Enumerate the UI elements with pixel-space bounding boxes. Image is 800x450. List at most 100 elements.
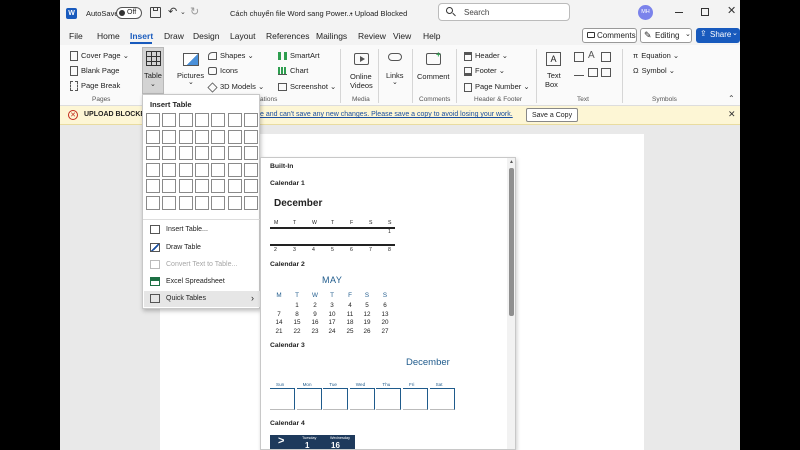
undo-icon[interactable]: ↶ [168, 5, 177, 18]
table-grid-cell[interactable] [227, 195, 242, 210]
tab-references[interactable]: References [266, 31, 309, 41]
page-number-button[interactable]: Page Number ⌄ [464, 82, 530, 92]
footer-button[interactable]: Footer ⌄ [464, 66, 505, 76]
table-grid-cell[interactable] [243, 195, 258, 210]
save-a-copy-button[interactable]: Save a Copy [526, 108, 578, 122]
close-icon[interactable]: ✕ [727, 4, 736, 17]
menu-draw-table[interactable]: Draw Table [149, 240, 257, 256]
scrollbar-thumb[interactable] [509, 168, 514, 316]
avatar[interactable]: MH [638, 5, 653, 20]
table-grid-cell[interactable] [227, 113, 242, 127]
table-grid-cell[interactable] [146, 195, 160, 210]
table-grid-cell[interactable] [211, 179, 226, 193]
text-more-button[interactable]: A [574, 50, 614, 92]
links-button[interactable]: Links ⌄ [383, 50, 409, 92]
pictures-button[interactable]: Pictures ⌄ [177, 50, 205, 92]
gallery-scrollbar[interactable]: ▲ [507, 158, 515, 449]
menu-excel-spreadsheet[interactable]: Excel Spreadsheet [149, 274, 257, 290]
redo-icon[interactable]: ↻ [190, 5, 199, 18]
header-button[interactable]: Header ⌄ [464, 51, 508, 61]
shapes-button[interactable]: Shapes ⌄ [208, 51, 254, 61]
tab-mailings[interactable]: Mailings [316, 31, 347, 41]
tab-insert[interactable]: Insert [130, 31, 153, 41]
table-grid-cell[interactable] [162, 113, 177, 127]
quick-table-calendar-2[interactable]: Calendar 2 MAY M T W T F S S 1 2 3 4 5 6 7 8 9 10 11 12 13 1… [261, 257, 507, 337]
table-grid-cell[interactable] [194, 195, 209, 210]
collapse-ribbon-icon[interactable]: ⌃ [728, 94, 735, 103]
table-grid-cell[interactable] [227, 129, 242, 144]
table-grid-cell[interactable] [227, 179, 242, 193]
table-grid-cell[interactable] [243, 113, 258, 127]
symbol-button[interactable]: Ω Symbol ⌄ [633, 66, 675, 75]
table-grid-cell[interactable] [162, 162, 177, 177]
table-grid-cell[interactable] [146, 129, 160, 144]
menu-quick-tables[interactable]: Quick Tables › [144, 291, 260, 307]
table-button[interactable]: Table ⌄ [142, 47, 164, 94]
tab-help[interactable]: Help [423, 31, 440, 41]
quick-table-calendar-4[interactable]: Calendar 4 > Tuesday Wednesday 1 16 [261, 418, 507, 449]
menu-insert-table[interactable]: Insert Table... [149, 222, 257, 238]
share-button[interactable]: ⇪ Share ⌄ [696, 28, 740, 43]
new-comment-button[interactable]: + Comment [417, 50, 451, 92]
table-grid-cell[interactable] [178, 113, 193, 127]
table-grid-cell[interactable] [194, 162, 209, 177]
table-grid-cell[interactable] [162, 129, 177, 144]
maximize-icon[interactable] [701, 8, 709, 16]
table-grid-cell[interactable] [227, 162, 242, 177]
table-grid-cell[interactable] [211, 113, 226, 127]
save-icon[interactable] [150, 7, 161, 18]
tab-view[interactable]: View [393, 31, 411, 41]
table-grid-cell[interactable] [243, 162, 258, 177]
search-box[interactable]: Search [438, 3, 570, 21]
online-videos-button[interactable]: Online Videos [347, 50, 377, 92]
minimize-icon[interactable] [675, 12, 683, 13]
table-grid-cell[interactable] [178, 179, 193, 193]
editing-mode-button[interactable]: ✎ Editing ⌄ [640, 28, 692, 43]
smartart-button[interactable]: SmartArt [278, 51, 320, 61]
screenshot-button[interactable]: Screenshot ⌄ [278, 82, 336, 92]
table-grid-cell[interactable] [243, 129, 258, 144]
tab-layout[interactable]: Layout [230, 31, 256, 41]
table-grid-cell[interactable] [211, 195, 226, 210]
tab-home[interactable]: Home [97, 31, 120, 41]
tab-review[interactable]: Review [358, 31, 386, 41]
table-grid-cell[interactable] [178, 146, 193, 160]
quick-table-calendar-3[interactable]: Calendar 3 December Sun Mon Tue Wed Thu Fri Sa… [261, 338, 507, 423]
3d-models-button[interactable]: 3D Models ⌄ [207, 81, 264, 93]
scroll-up-icon[interactable]: ▲ [509, 159, 514, 165]
table-grid-cell[interactable] [162, 195, 177, 210]
table-grid-cell[interactable] [211, 146, 226, 160]
table-grid-cell[interactable] [243, 179, 258, 193]
chart-button[interactable]: Chart [278, 66, 308, 76]
table-grid-cell[interactable] [146, 162, 160, 177]
icons-button[interactable]: Icons [208, 66, 238, 76]
table-grid-cell[interactable] [211, 162, 226, 177]
table-grid-cell[interactable] [178, 195, 193, 210]
tab-draw[interactable]: Draw [164, 31, 184, 41]
table-grid-cell[interactable] [146, 179, 160, 193]
table-grid-cell[interactable] [162, 146, 177, 160]
table-grid-cell[interactable] [162, 179, 177, 193]
close-banner-icon[interactable]: ✕ [728, 109, 736, 120]
table-grid-cell[interactable] [178, 162, 193, 177]
table-grid-cell[interactable] [194, 146, 209, 160]
quick-table-calendar-1[interactable]: Calendar 1 December MTWTFSS12345678 [261, 176, 507, 256]
text-box-button[interactable]: A Text Box [541, 50, 567, 92]
table-size-grid[interactable] [143, 95, 261, 217]
undo-dropdown-icon[interactable]: ⌄ [180, 8, 186, 16]
table-grid-cell[interactable] [146, 146, 160, 160]
comments-button[interactable]: Comments [582, 28, 637, 43]
table-grid-cell[interactable] [178, 129, 193, 144]
blank-page-button[interactable]: Blank Page [70, 66, 119, 77]
table-grid-cell[interactable] [194, 129, 209, 144]
tab-design[interactable]: Design [193, 31, 219, 41]
table-grid-cell[interactable] [243, 146, 258, 160]
table-grid-cell[interactable] [194, 113, 209, 127]
cover-page-button[interactable]: Cover Page ⌄ [70, 51, 129, 62]
table-grid-cell[interactable] [194, 179, 209, 193]
table-grid-cell[interactable] [211, 129, 226, 144]
tab-file[interactable]: File [69, 31, 83, 41]
equation-button[interactable]: π Equation ⌄ [633, 51, 679, 60]
table-grid-cell[interactable] [227, 146, 242, 160]
page-break-button[interactable]: Page Break [70, 81, 120, 92]
